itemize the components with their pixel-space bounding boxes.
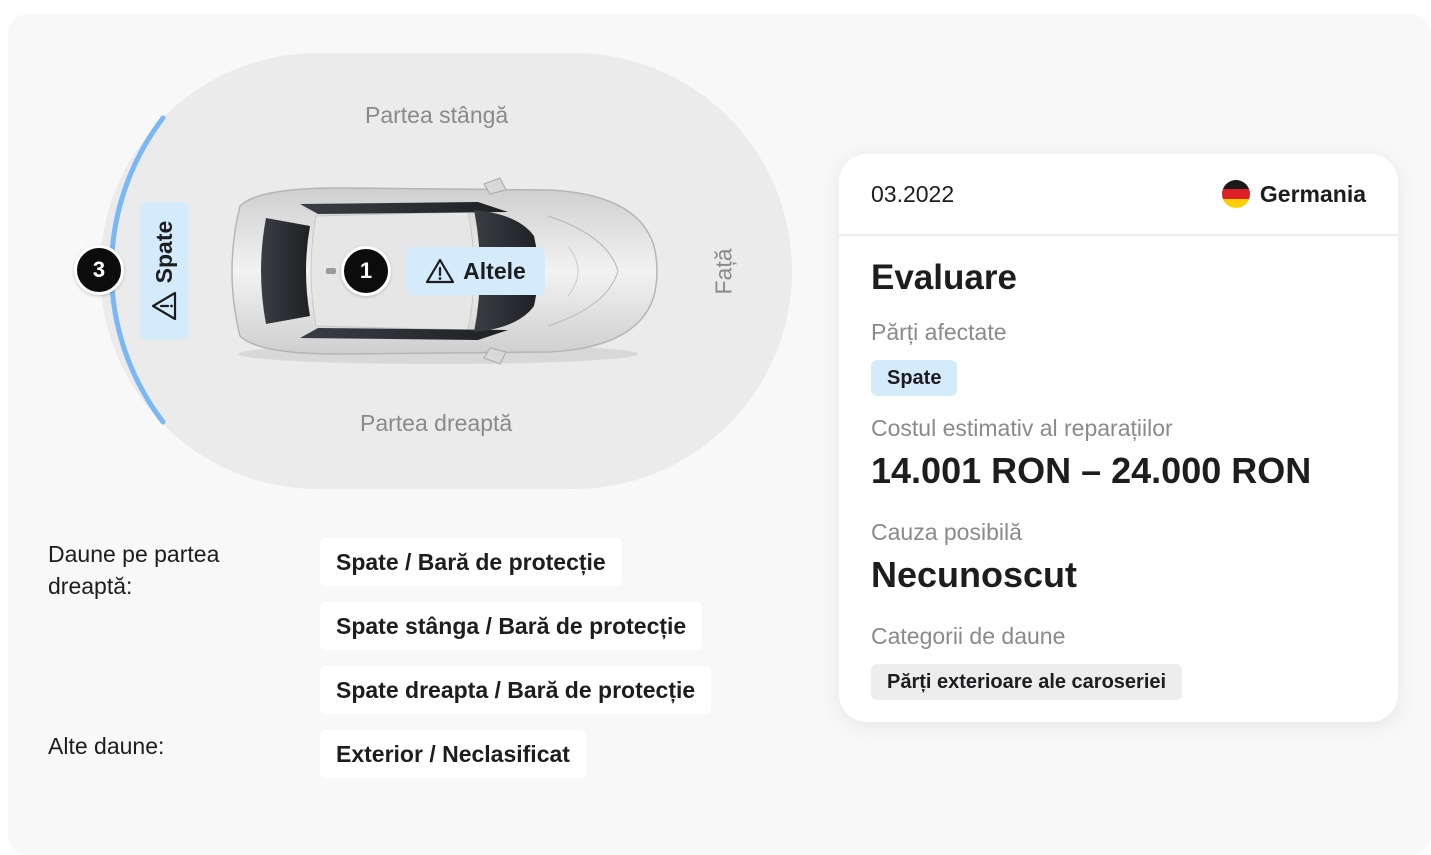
rear-damage-tag[interactable]: Spate bbox=[140, 202, 188, 340]
country-name: Germania bbox=[1259, 180, 1366, 207]
damage-chip[interactable]: Spate stânga / Bară de protecție bbox=[320, 602, 703, 650]
cause-label: Cauza posibilă bbox=[871, 519, 1022, 545]
other-damage-tag-label: Altele bbox=[463, 257, 526, 284]
damage-chip[interactable]: Spate dreapta / Bară de protecție bbox=[320, 666, 712, 714]
other-damage-tag[interactable]: Altele bbox=[406, 247, 545, 295]
damage-chip[interactable]: Exterior / Neclasificat bbox=[320, 730, 586, 778]
front-label: Față bbox=[710, 248, 737, 295]
affected-parts-label: Părți afectate bbox=[871, 319, 1007, 345]
category-pill: Părți exterioare ale caroseriei bbox=[871, 664, 1183, 700]
side-right-label: Partea dreaptă bbox=[360, 410, 513, 436]
cause-value: Necunoscut bbox=[871, 554, 1078, 595]
rear-damage-tag-label: Spate bbox=[150, 220, 177, 284]
evaluation-date: 03.2022 bbox=[871, 180, 955, 207]
damage-chip[interactable]: Spate / Bară de protecție bbox=[320, 538, 622, 586]
evaluation-title: Evaluare bbox=[871, 258, 1017, 297]
center-marker-number[interactable]: 1 bbox=[341, 246, 391, 296]
warning-icon bbox=[426, 258, 455, 284]
other-damages-label: Alte daune: bbox=[48, 733, 165, 759]
germany-flag-icon bbox=[1221, 180, 1250, 208]
cost-label: Costul estimativ al reparațiilor bbox=[871, 415, 1173, 441]
evaluation-card-header: 03.2022 Germania bbox=[839, 154, 1398, 236]
evaluation-card: 03.2022 Germania Evaluare Părți afectate… bbox=[839, 154, 1398, 722]
warning-icon bbox=[151, 292, 177, 321]
country: Germania bbox=[1221, 180, 1366, 208]
side-left-label: Partea stângă bbox=[365, 102, 509, 128]
rear-marker-number[interactable]: 3 bbox=[74, 245, 124, 295]
right-side-damages-label: Daune pe partea dreaptă: bbox=[48, 541, 220, 599]
cost-value: 14.001 RON – 24.000 RON bbox=[871, 450, 1312, 491]
affected-part-pill: Spate bbox=[871, 360, 958, 396]
categories-label: Categorii de daune bbox=[871, 623, 1066, 649]
